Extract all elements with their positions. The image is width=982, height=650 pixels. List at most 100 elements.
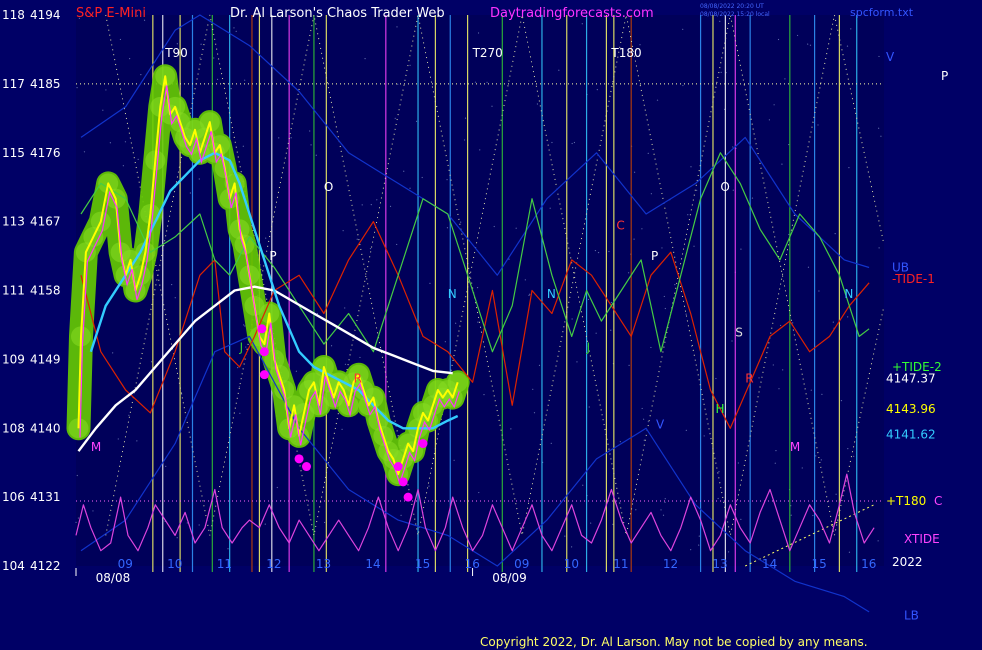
star [165, 465, 167, 467]
star [661, 247, 663, 249]
x-tick-label: 11 [613, 557, 628, 571]
star [76, 474, 78, 477]
star [242, 145, 244, 147]
star [323, 521, 326, 524]
star [660, 509, 662, 511]
star [453, 459, 455, 461]
marker-label: J [586, 341, 591, 355]
star [136, 440, 138, 442]
y-tick-price: 4176 [30, 146, 61, 160]
star [588, 406, 590, 408]
y-tick-index: 104 [2, 559, 25, 573]
star [778, 388, 780, 390]
star [128, 414, 130, 416]
star [237, 366, 239, 369]
star [105, 89, 107, 91]
star [664, 501, 666, 503]
star [396, 26, 398, 28]
price-label: 4141.62 [886, 427, 936, 441]
star [400, 514, 402, 517]
source-file-tag: spcform.txt [850, 6, 914, 19]
star [690, 166, 692, 168]
star [476, 287, 479, 289]
star [344, 307, 346, 309]
star [77, 517, 79, 519]
y-tick-index: 117 [2, 77, 25, 91]
y-tick-index: 109 [2, 352, 25, 366]
x-tick-label: 15 [812, 557, 827, 571]
star [682, 84, 684, 87]
star [464, 117, 467, 119]
star [278, 137, 280, 139]
star [510, 428, 512, 430]
star [817, 124, 819, 126]
star [682, 28, 684, 30]
star [551, 141, 553, 144]
star [775, 450, 777, 452]
y-tick-index: 115 [2, 146, 25, 160]
date-label: 08/08 [96, 571, 131, 585]
right-label: +T180 [886, 494, 926, 508]
star [264, 523, 266, 525]
star [276, 486, 278, 489]
star [610, 329, 612, 331]
price-label: 4147.37 [886, 372, 936, 386]
star [662, 514, 665, 516]
marker-label: R [745, 371, 753, 385]
star [316, 312, 319, 315]
star [216, 78, 219, 80]
star [777, 38, 780, 41]
star [415, 120, 418, 122]
star [356, 238, 358, 240]
star [245, 346, 247, 348]
marker-label: O [324, 180, 333, 194]
star [796, 34, 799, 37]
instrument-title: S&P E-Mini [76, 6, 146, 21]
magenta-dot [257, 324, 267, 334]
site-title: Dr. Al Larson's Chaos Trader Web [230, 6, 445, 21]
star [571, 546, 573, 548]
star [656, 99, 659, 101]
star [635, 509, 637, 511]
star [878, 55, 880, 58]
date-label: 08/09 [492, 571, 527, 585]
star [878, 127, 880, 129]
star [174, 297, 176, 299]
marker-label: R [354, 371, 362, 385]
star [790, 514, 792, 516]
magenta-dot [418, 439, 428, 449]
star [809, 44, 812, 46]
star [533, 412, 536, 414]
x-tick-label: 14 [365, 557, 380, 571]
star [641, 407, 643, 410]
x-tick-label: 11 [217, 557, 232, 571]
x-tick-label: 12 [663, 557, 678, 571]
marker-label: N [547, 287, 556, 301]
right-label: 2022 [892, 555, 923, 569]
star [687, 214, 689, 216]
star [717, 497, 719, 500]
star [198, 178, 200, 180]
star [715, 377, 717, 380]
star [650, 346, 652, 349]
magenta-dot [302, 462, 312, 472]
marker-label: J [239, 341, 244, 355]
star [409, 187, 411, 189]
star [474, 81, 477, 83]
star [550, 442, 552, 444]
star [564, 535, 566, 537]
star [181, 393, 183, 395]
star [696, 189, 698, 191]
star [590, 522, 592, 524]
star [835, 493, 837, 495]
y-tick-index: 113 [2, 215, 25, 229]
star [740, 248, 742, 250]
star [102, 109, 104, 111]
star [92, 510, 94, 512]
star [732, 146, 734, 148]
star [751, 197, 754, 199]
price-label: 4143.96 [886, 402, 936, 416]
star [491, 105, 493, 107]
star [478, 491, 480, 494]
star [848, 167, 850, 169]
